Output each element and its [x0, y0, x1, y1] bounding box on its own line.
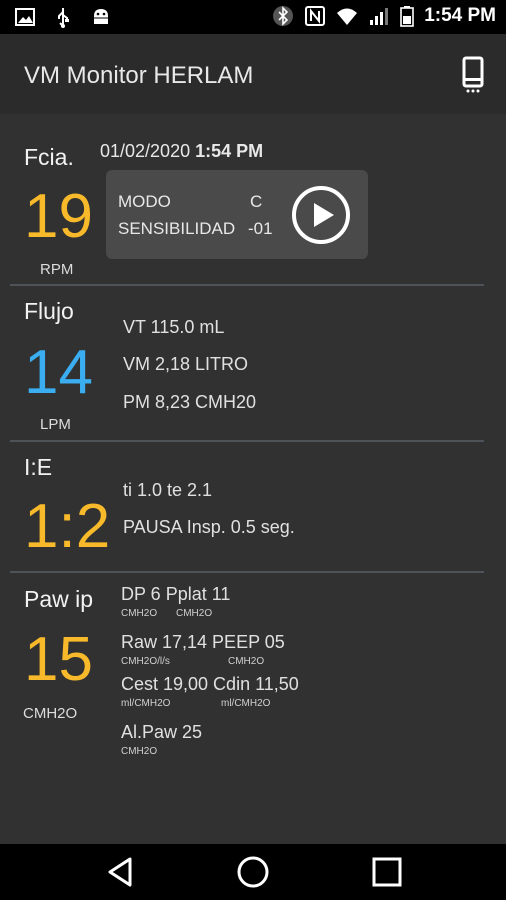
wifi-icon — [337, 8, 358, 25]
play-button[interactable] — [292, 186, 350, 244]
usb-icon — [58, 8, 69, 28]
sens-label: SENSIBILIDAD — [118, 219, 236, 238]
pm-line: PM 8,23 CMH20 — [123, 392, 257, 412]
divider — [10, 284, 484, 286]
vm-line: VM 2,18 LITRO — [123, 354, 249, 374]
monitor-panel: Fcia. 19 RPM 01/02/2020 1:54 PM MODO C S… — [0, 114, 506, 844]
alpaw-line: Al.Paw 25 — [121, 722, 203, 742]
alpaw-unit: CMH2O — [121, 746, 158, 757]
signal-icon — [370, 8, 389, 25]
dp-unit: CMH2O — [121, 608, 158, 619]
paw-value: 15 — [24, 625, 93, 694]
home-icon[interactable] — [235, 854, 271, 890]
back-icon[interactable] — [102, 854, 138, 890]
app-bar: VM Monitor HERLAM — [0, 34, 506, 114]
datetime: 01/02/2020 1:54 PM — [100, 141, 263, 162]
dp-line: DP 6 Pplat 11 — [121, 584, 231, 604]
raw-line: Raw 17,14 PEEP 05 — [121, 632, 285, 652]
cdin-unit: ml/CMH2O — [221, 698, 271, 709]
fcia-value: 19 — [24, 182, 93, 251]
cest-unit: ml/CMH2O — [121, 698, 171, 709]
flujo-label: Flujo — [24, 298, 74, 324]
mode-value: C — [250, 192, 263, 211]
mode-label: MODO — [118, 192, 171, 211]
fcia-unit: RPM — [40, 261, 74, 278]
bluetooth-icon — [273, 6, 294, 26]
fcia-label: Fcia. — [24, 144, 74, 170]
status-right-icons: 1:54 PM — [272, 5, 496, 27]
image-icon — [15, 8, 35, 26]
status-bar: 1:54 PM — [0, 0, 506, 34]
recents-icon[interactable] — [369, 854, 405, 890]
flujo-unit: LPM — [40, 416, 71, 433]
ie-label: I:E — [24, 454, 53, 480]
battery-icon — [400, 6, 414, 27]
paw-unit: CMH2O — [23, 705, 78, 722]
paw-label: Paw ip — [24, 586, 94, 612]
divider — [10, 440, 484, 442]
app-title: VM Monitor HERLAM — [24, 62, 254, 89]
pplat-unit: CMH2O — [176, 608, 213, 619]
pausa-line: PAUSA Insp. 0.5 seg. — [123, 517, 295, 537]
peep-unit: CMH2O — [228, 656, 265, 667]
ie-value: 1:2 — [24, 492, 111, 561]
flujo-value: 14 — [24, 338, 93, 407]
play-icon — [314, 203, 334, 227]
navigation-bar — [0, 844, 506, 900]
divider — [10, 571, 484, 573]
ti-te-line: ti 1.0 te 2.1 — [123, 480, 213, 500]
date-text: 01/02/2020 — [100, 141, 191, 161]
time-text: 1:54 PM — [195, 141, 264, 161]
nfc-icon — [305, 6, 326, 26]
vt-line: VT 115.0 mL — [123, 317, 225, 337]
status-time: 1:54 PM — [424, 5, 496, 26]
mode-card: MODO C SENSIBILIDAD -01 — [106, 170, 368, 259]
cest-line: Cest 19,00 Cdin 11,50 — [121, 674, 299, 694]
status-left-icons — [14, 6, 112, 28]
sens-value: -01 — [248, 219, 273, 238]
raw-unit: CMH2O/l/s — [121, 656, 170, 667]
android-debug-icon — [92, 9, 110, 24]
device-phone-icon[interactable] — [462, 56, 484, 94]
